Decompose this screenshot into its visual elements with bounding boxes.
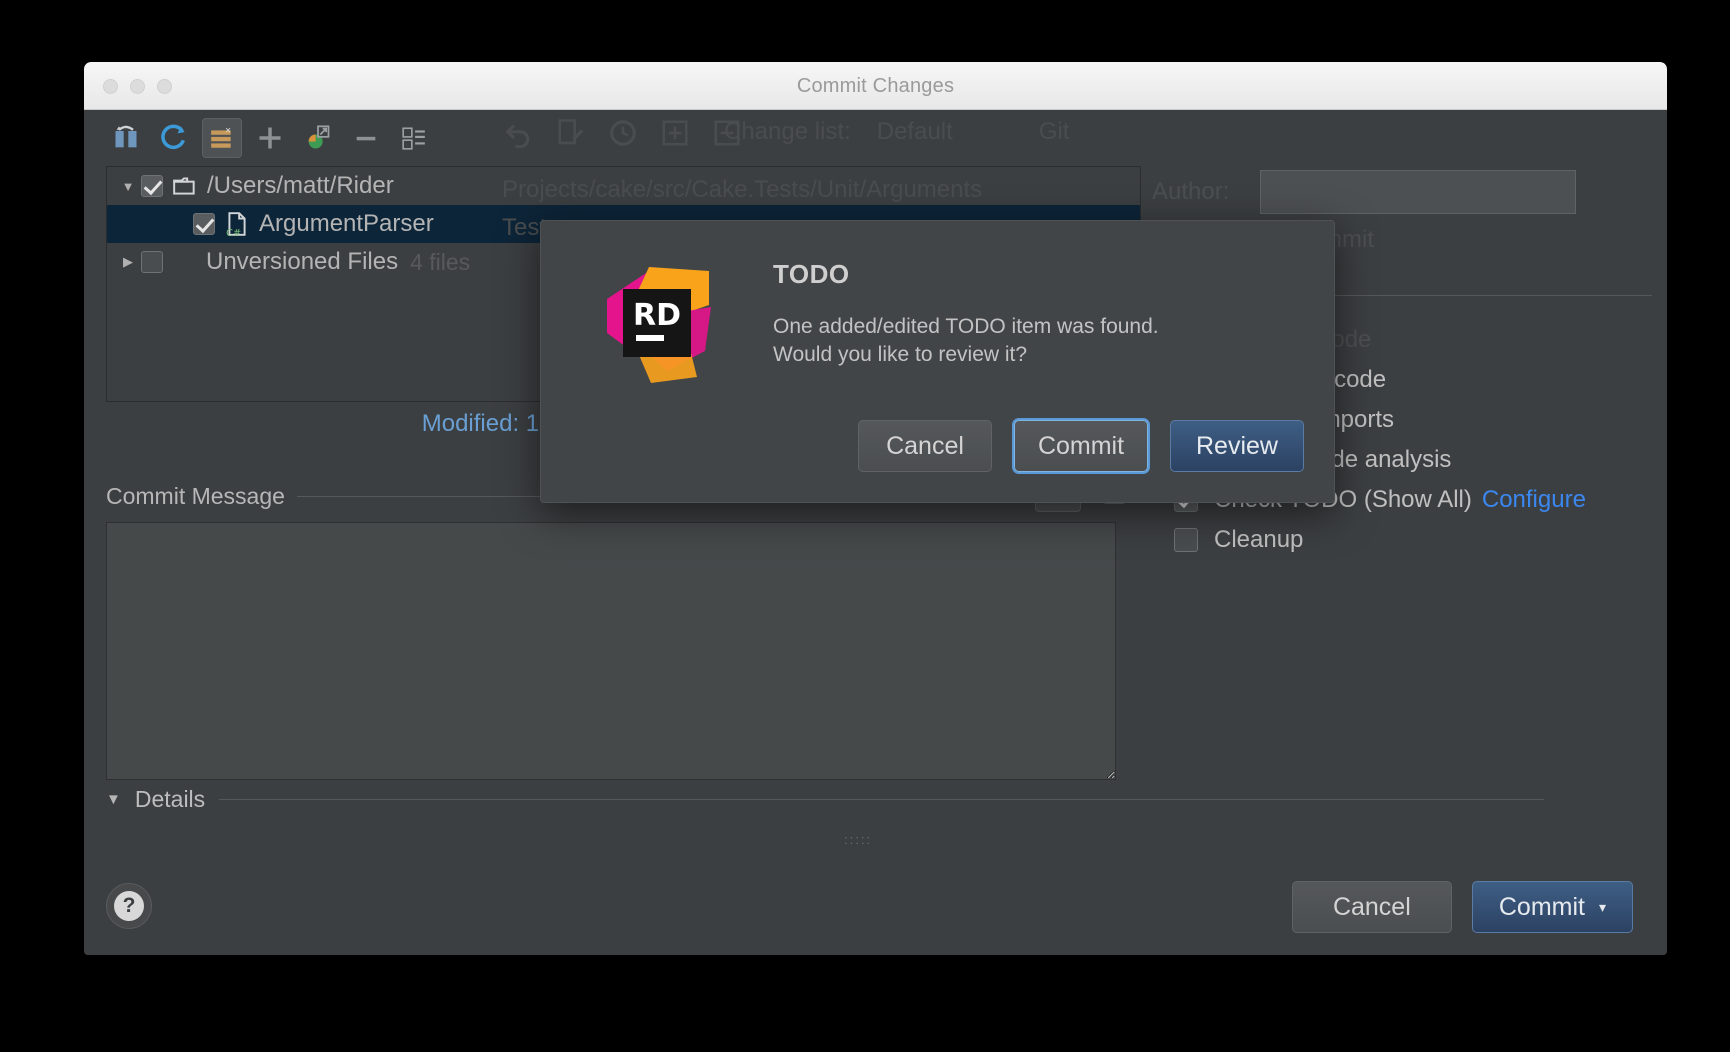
expand-all-icon[interactable] (660, 118, 690, 148)
refresh-icon[interactable] (154, 118, 194, 158)
tree-row-checkbox[interactable] (141, 251, 163, 273)
csharp-file-icon: C# (224, 211, 250, 239)
details-label: Details (134, 785, 206, 812)
tree-path-tail: Projects/cake/src/Cake.Tests/Unit/Argume… (502, 176, 983, 203)
todo-dialog-buttons: Cancel Commit Review (858, 420, 1304, 472)
section-divider (1326, 294, 1652, 296)
tree-expand-twisty[interactable]: ▼ (115, 179, 141, 194)
cancel-button-label: Cancel (1332, 892, 1411, 921)
author-input[interactable] (1260, 170, 1576, 214)
add-icon[interactable] (250, 118, 290, 158)
todo-message-line-2: Would you like to review it? (773, 342, 1028, 366)
cleanup-option[interactable]: Cleanup (1152, 522, 1652, 558)
commit-changes-window: Commit Changes × Change list: Default Gi… (84, 62, 1667, 955)
tree-row-sublabel: 4 files (410, 248, 471, 275)
tree-collapse-twisty[interactable]: ▶ (115, 254, 141, 270)
chevron-down-icon[interactable]: ▼ (106, 791, 121, 808)
chevron-down-icon[interactable]: ▾ (1599, 899, 1606, 916)
group-by-directory-icon[interactable]: × (202, 118, 242, 158)
commit-button-label: Commit (1498, 892, 1585, 921)
help-button[interactable]: ? (106, 883, 152, 929)
todo-message-line-1: One added/edited TODO item was found. (773, 315, 1159, 338)
todo-dialog-message: One added/edited TODO item was found. Wo… (773, 313, 1159, 368)
window-titlebar: Commit Changes (84, 62, 1667, 110)
changelist-label: Change list: (724, 118, 851, 145)
svg-text:×: × (225, 126, 231, 137)
changelist-row: Change list: Default Git (724, 118, 1069, 146)
question-mark-icon: ? (114, 891, 144, 921)
remove-icon[interactable] (346, 118, 386, 158)
edit-source-icon[interactable] (556, 118, 586, 148)
details-section[interactable]: ▼ Details (106, 782, 1544, 816)
dimmed-toolbar-icons (504, 118, 742, 148)
dialog-buttons: Cancel Commit ▾ (1291, 881, 1633, 933)
revert-icon[interactable] (106, 118, 146, 158)
show-diff-icon[interactable] (394, 118, 434, 158)
window-body: × Change list: Default Git ▼ /Users/matt… (84, 110, 1667, 955)
todo-review-button[interactable]: Review (1170, 420, 1304, 472)
todo-review-label: Review (1196, 431, 1278, 460)
todo-cancel-label: Cancel (886, 431, 964, 460)
cancel-button[interactable]: Cancel (1291, 881, 1452, 933)
svg-text:C#: C# (226, 228, 241, 237)
tree-row-label: Unversioned Files (206, 248, 399, 275)
folder-icon (172, 173, 198, 199)
todo-dialog-title: TODO (773, 259, 850, 289)
section-divider (219, 798, 1544, 800)
rollback-icon[interactable] (608, 118, 638, 148)
changelist-value[interactable]: Default (877, 118, 953, 146)
cleanup-checkbox[interactable] (1174, 528, 1198, 552)
svg-text:RD: RD (633, 298, 681, 333)
todo-dialog: RD TODO One added/edited TODO item was f… (540, 220, 1335, 503)
commit-message-section: Commit Message ABC (106, 466, 1141, 785)
tree-row-label: /Users/matt/Rider (207, 172, 394, 199)
undo-icon[interactable] (504, 118, 534, 148)
commit-message-input[interactable] (106, 522, 1116, 780)
tree-row-checkbox[interactable] (141, 175, 163, 197)
tree-row-label: ArgumentParser (259, 210, 434, 237)
vcs-label: Git (1038, 118, 1070, 145)
configure-link[interactable]: Configure (1482, 486, 1586, 514)
author-label: Author: (1152, 178, 1230, 205)
modified-count: Modified: 1 (421, 410, 540, 437)
commit-button[interactable]: Commit ▾ (1471, 881, 1633, 933)
details-splitter-grip[interactable]: ::::: (844, 832, 872, 847)
todo-commit-button[interactable]: Commit (1014, 420, 1148, 472)
cleanup-label: Cleanup (1214, 526, 1304, 553)
commit-message-title: Commit Message (106, 482, 285, 509)
todo-commit-label: Commit (1037, 431, 1125, 460)
rider-rd-logo: RD (593, 259, 721, 387)
changes-toolbar: × Change list: Default Git (84, 110, 1667, 166)
author-row: Author: (1152, 166, 1652, 218)
tree-row-checkbox[interactable] (193, 213, 215, 235)
todo-cancel-button[interactable]: Cancel (858, 420, 992, 472)
window-title: Commit Changes (796, 75, 955, 97)
move-to-another-changelist-icon[interactable] (298, 118, 338, 158)
